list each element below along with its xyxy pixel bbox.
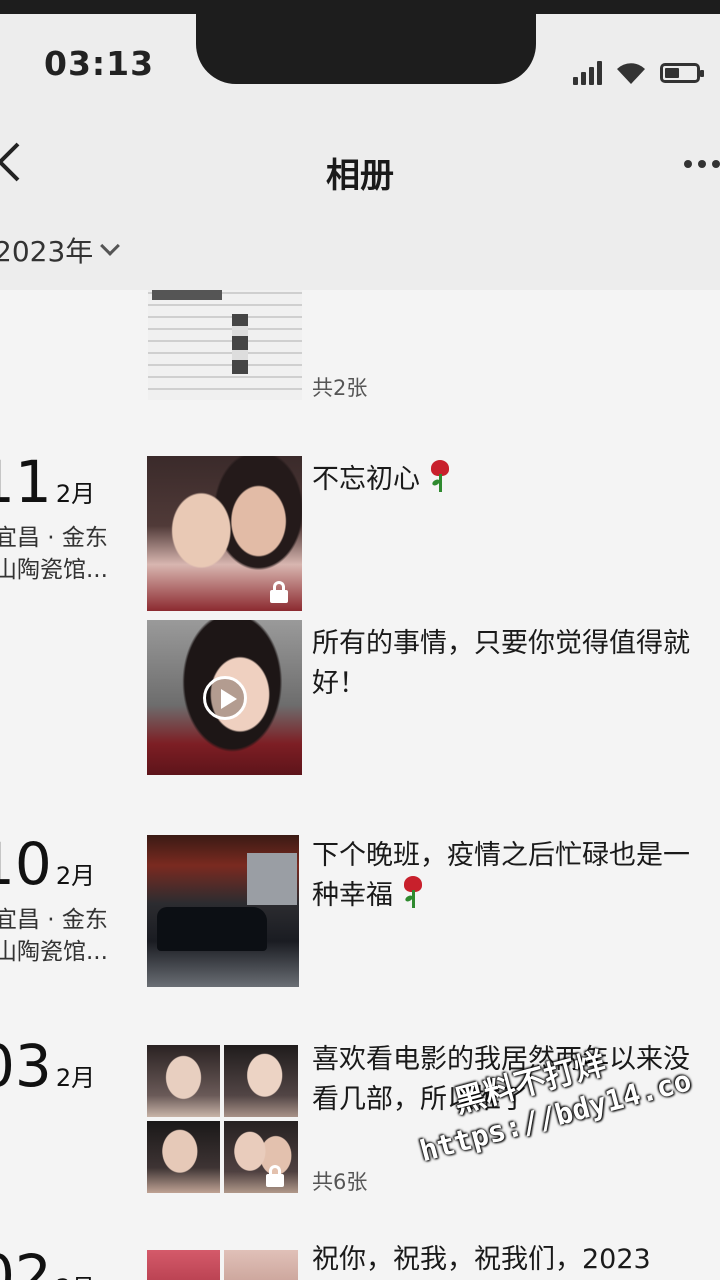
date-group-11: 112月 宜昌 · 金东 山陶瓷馆... [0,448,108,586]
video-thumbnail[interactable] [147,620,302,775]
phone-notch [196,0,536,84]
photo-thumbnail[interactable] [147,1045,220,1117]
post-caption-text: 不忘初心 [312,464,420,495]
date-month: 2月 [56,1268,95,1280]
chevron-down-icon [100,236,121,256]
album-screen: 03:13 相册 2023年 共2张 112月 宜昌 · 金东 [0,0,720,1280]
date-group-03: 032月 [0,1032,95,1100]
status-time: 03:13 [44,44,155,83]
date-day: 02 [0,1242,52,1280]
photo-thumbnail[interactable] [147,456,302,611]
play-icon [203,676,247,720]
date-day: 03 [0,1032,52,1100]
photo-thumbnail[interactable] [224,1121,298,1193]
photo-thumbnail[interactable] [147,1250,220,1280]
year-filter-label: 2023年 [0,235,94,268]
post-caption[interactable]: 所有的事情，只要你觉得值得就好！ [312,624,712,704]
date-day: 11 [0,448,52,516]
date-month: 2月 [55,480,96,508]
post-caption[interactable]: 下个晚班，疫情之后忙碌也是一种幸福 [312,836,712,916]
year-filter[interactable]: 2023年 [0,230,121,270]
post-caption-text: 下个晚班，疫情之后忙碌也是一种幸福 [312,840,690,911]
photo-thumbnail[interactable] [224,1045,298,1117]
date-month: 2月 [55,862,96,890]
lock-icon [268,581,290,603]
photo-thumbnail[interactable] [147,835,299,987]
date-day: 10 [0,830,52,898]
photo-thumbnail[interactable] [148,290,302,400]
battery-icon [660,63,704,83]
rose-emoji-icon [402,876,424,908]
photo-thumbnail[interactable] [147,1121,220,1193]
signal-icon [573,61,602,85]
album-feed[interactable]: 共2张 112月 宜昌 · 金东 山陶瓷馆... 不忘初心 所有的事情，只要你觉… [0,290,720,1280]
rose-emoji-icon [429,460,451,492]
photo-thumbnail[interactable] [224,1250,298,1280]
status-icons [573,60,704,86]
photo-count: 共6张 [312,1170,368,1194]
post-caption[interactable]: 不忘初心 [312,460,712,500]
lock-icon [264,1165,286,1187]
date-group-10: 102月 宜昌 · 金东 山陶瓷馆... [0,830,108,968]
post-caption[interactable]: 祝你，祝我，祝我们，2023 [312,1240,712,1280]
wifi-icon [617,63,645,84]
photo-count: 共2张 [312,376,368,400]
date-month: 2月 [55,1064,96,1092]
location-label: 宜昌 · 金东 [0,907,108,933]
page-title: 相册 [326,156,394,196]
date-group-02: 02 2月 [0,1242,95,1280]
more-icon[interactable] [684,160,720,180]
location-label: 宜昌 · 金东 [0,525,108,551]
location-label: 山陶瓷馆... [0,557,108,583]
location-label: 山陶瓷馆... [0,939,108,965]
nav-bar: 相册 [0,110,720,220]
